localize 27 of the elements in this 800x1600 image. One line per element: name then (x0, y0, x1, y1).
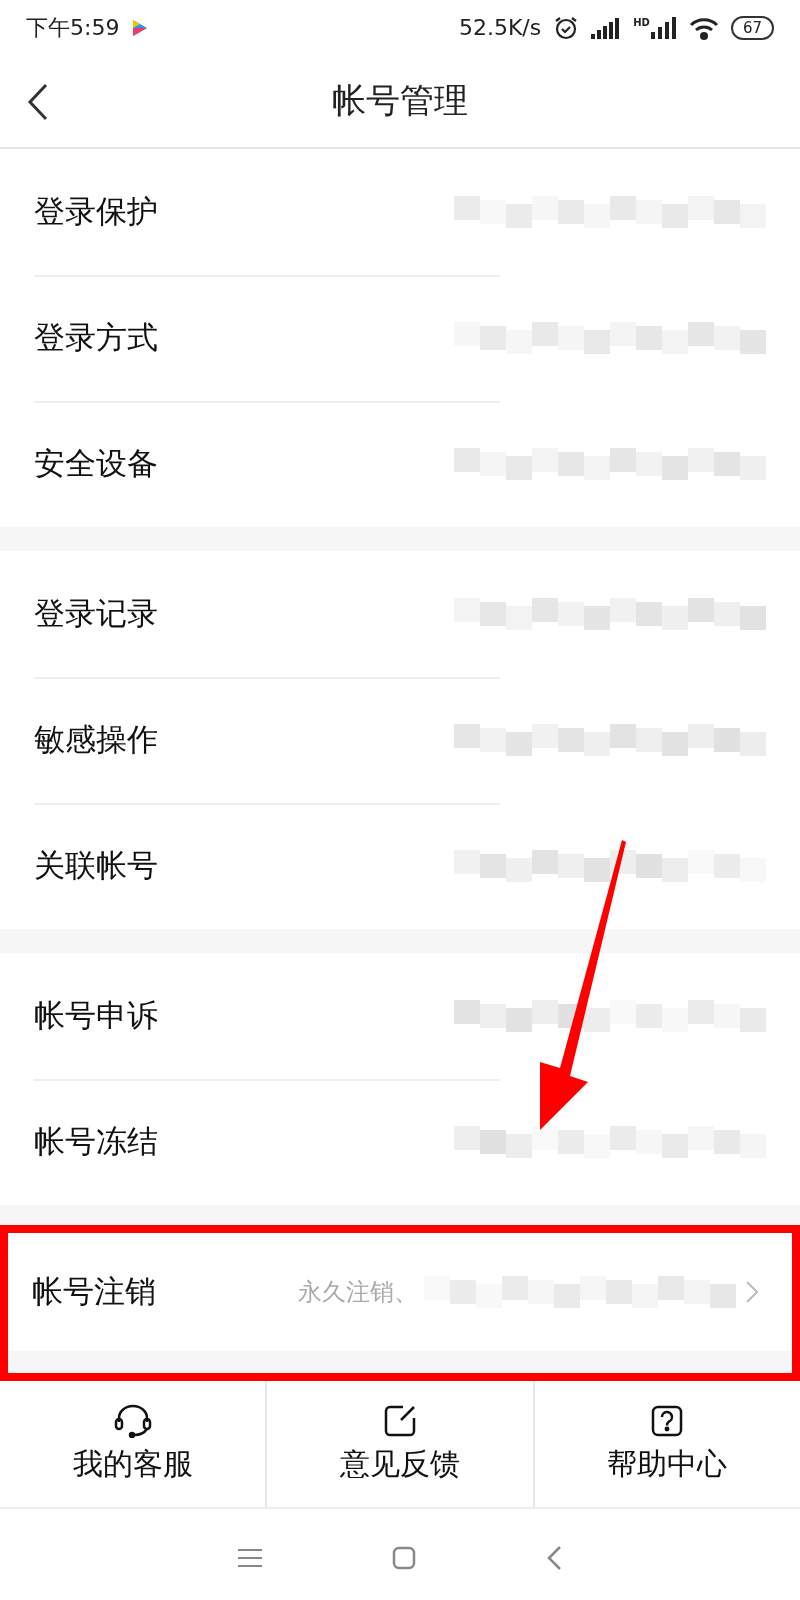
page-title: 帐号管理 (332, 79, 468, 122)
setting-label[interactable]: 关联帐号 (34, 845, 158, 887)
setting-label[interactable]: 登录方式 (34, 317, 158, 359)
wifi-icon (688, 15, 719, 40)
setting-label[interactable]: 登录保护 (34, 191, 158, 233)
bottom-tab[interactable]: 意见反馈 (265, 1381, 533, 1507)
setting-label[interactable]: 安全设备 (34, 443, 158, 485)
setting-value: 永久注销、 (298, 1277, 418, 1308)
help-icon (650, 1403, 685, 1438)
home-icon[interactable] (392, 1546, 416, 1570)
headset-icon (112, 1403, 153, 1438)
edit-icon (383, 1403, 417, 1438)
setting-label[interactable]: 登录记录 (34, 593, 158, 635)
battery-level: 67 (730, 15, 774, 40)
signal-icon (591, 16, 622, 39)
setting-label[interactable]: 帐号冻结 (34, 1121, 158, 1163)
menu-icon[interactable] (238, 1548, 262, 1568)
back-icon[interactable] (26, 83, 50, 121)
setting-label[interactable]: 敏感操作 (34, 719, 158, 761)
setting-label[interactable]: 帐号申诉 (34, 995, 158, 1037)
network-speed: 52.5K/s (458, 15, 542, 40)
status-time: 下午5:59 (26, 13, 120, 42)
bottom-tab[interactable]: 我的客服 (0, 1381, 266, 1507)
setting-label[interactable]: 帐号注销 (32, 1271, 156, 1313)
bottom-tab[interactable]: 帮助中心 (532, 1381, 800, 1507)
network-type: HD (633, 16, 650, 28)
signal-icon (650, 16, 677, 39)
